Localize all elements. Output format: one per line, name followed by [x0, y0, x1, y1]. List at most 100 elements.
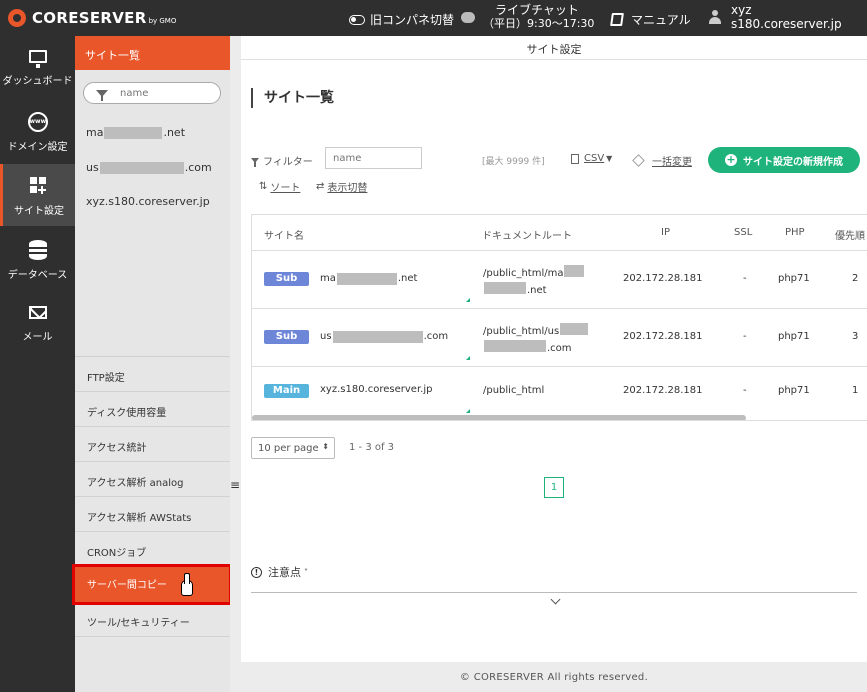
expand-chevron-icon[interactable] — [550, 594, 561, 605]
ip-cell: 202.172.28.181 — [623, 331, 703, 342]
new-site-label: サイト設定の新規作成 — [743, 156, 843, 168]
main-header: サイト設定 — [241, 36, 867, 60]
col-ip[interactable]: IP — [661, 227, 670, 238]
menu-awstats[interactable]: アクセス解析 AWStats — [75, 497, 230, 532]
filter-label-text: フィルター — [263, 157, 313, 168]
php-cell: php71 — [778, 273, 810, 284]
menu-cron[interactable]: CRONジョブ — [75, 532, 230, 567]
chat-icon — [461, 11, 475, 23]
doc-root-cell: /public_html — [483, 385, 545, 396]
nav-mail[interactable]: メール — [0, 292, 75, 354]
table-row[interactable]: Sub us .com /public_html/us .com 202.172.… — [252, 309, 867, 367]
masked-text — [484, 282, 526, 294]
priority-cell: 3 — [852, 331, 859, 342]
max-count: [最大 9999 件] — [482, 157, 545, 167]
col-ssl[interactable]: SSL — [734, 227, 752, 238]
type-badge: Main — [264, 384, 309, 398]
masked-text — [336, 273, 397, 285]
chat-hours: （平日）9:30～17:30 — [483, 17, 595, 30]
menu-tools-security[interactable]: ツール/セキュリティー — [75, 602, 230, 637]
user-icon — [709, 10, 721, 24]
name-filter-input[interactable] — [325, 147, 422, 169]
bulk-change-link[interactable]: 一括変更 — [632, 153, 692, 168]
ssl-cell: - — [743, 273, 747, 284]
grid-icon — [30, 177, 48, 195]
menu-server-copy[interactable]: サーバー間コピー — [72, 564, 232, 605]
ssl-cell: - — [743, 331, 747, 342]
masked-text — [484, 340, 546, 352]
menu-ftp[interactable]: FTP設定 — [75, 357, 230, 392]
masked-text — [560, 323, 589, 335]
subnav-site-1[interactable]: ma .net — [86, 126, 185, 139]
select-arrows-icon: ⬍ — [322, 442, 329, 451]
per-page-select[interactable]: 10 per page ⬍ — [251, 437, 335, 459]
masked-text — [104, 126, 163, 139]
col-priority[interactable]: 優先順 — [835, 227, 865, 242]
manual-label: マニュアル — [631, 13, 691, 27]
legacy-panel-toggle[interactable]: 旧コンパネ切替 — [349, 11, 454, 28]
top-bar: CORESERVER by GMO 旧コンパネ切替 ライブチャット （平日）9:… — [0, 0, 867, 36]
layers-icon — [632, 154, 645, 167]
logo-text: CORESERVER — [32, 9, 147, 27]
bulk-change-label: 一括変更 — [652, 157, 692, 168]
logo[interactable]: CORESERVER by GMO — [8, 9, 176, 27]
csv-dropdown[interactable]: CSV ▼ — [571, 153, 612, 164]
menu-analog[interactable]: アクセス解析 analog — [75, 462, 230, 497]
notice-toggle[interactable]: ! 注意点 ˅ — [251, 564, 308, 580]
subnav-site-2[interactable]: us .com — [86, 161, 212, 174]
user-server: s180.coreserver.jp — [731, 17, 842, 31]
manual-link[interactable]: マニュアル — [610, 11, 691, 28]
site-name-cell: xyz.s180.coreserver.jp — [320, 384, 433, 395]
nav-site-label: サイト設定 — [14, 206, 64, 217]
php-cell: php71 — [778, 385, 810, 396]
file-icon — [571, 153, 579, 164]
doc-line1: /public_html/ma — [483, 268, 564, 279]
col-php[interactable]: PHP — [785, 227, 805, 238]
logo-sub: by GMO — [148, 16, 177, 25]
type-badge: Sub — [264, 330, 309, 344]
ip-cell: 202.172.28.181 — [623, 273, 703, 284]
table-row[interactable]: Main xyz.s180.coreserver.jp /public_html… — [252, 367, 867, 415]
masked-text — [564, 265, 585, 277]
mail-icon — [28, 306, 47, 319]
col-site-name[interactable]: サイト名 — [264, 227, 304, 242]
menu-disk-usage[interactable]: ディスク使用容量 — [75, 392, 230, 427]
doc-root-cell: /public_html/ma .net — [483, 265, 585, 299]
nav-site[interactable]: サイト設定 — [0, 164, 75, 226]
nav-dashboard[interactable]: ダッシュボード — [0, 36, 75, 98]
display-toggle-label: 表示切替 — [327, 183, 368, 194]
nav-database[interactable]: データベース — [0, 228, 75, 290]
display-toggle-link[interactable]: ⇄ 表示切替 — [316, 179, 367, 194]
page-button-1[interactable]: 1 — [544, 477, 564, 498]
subnav-filter[interactable] — [83, 82, 221, 104]
ip-cell: 202.172.28.181 — [623, 385, 703, 396]
sort-icon: ⇅ — [259, 181, 268, 192]
new-site-button[interactable]: + サイト設定の新規作成 — [708, 147, 860, 173]
masked-text — [99, 161, 184, 174]
live-chat-link[interactable]: ライブチャット （平日）9:30～17:30 — [461, 3, 594, 31]
sort-link[interactable]: ⇅ ソート — [259, 179, 300, 194]
user-menu[interactable]: xyz s180.coreserver.jp — [709, 3, 842, 31]
subnav-filter-input[interactable] — [120, 87, 210, 99]
doc-line2-suffix: .net — [527, 285, 547, 296]
table-row[interactable]: Sub ma .net /public_html/ma .net 202.172.… — [252, 251, 867, 309]
menu-access-stats[interactable]: アクセス統計 — [75, 427, 230, 462]
nav-domain-label: ドメイン設定 — [7, 142, 68, 153]
filter-label: フィルター — [251, 153, 313, 168]
horizontal-scrollbar[interactable] — [252, 415, 746, 420]
nav-domain[interactable]: www ドメイン設定 — [0, 100, 75, 162]
chat-title: ライブチャット — [495, 3, 579, 17]
logo-icon — [8, 9, 26, 27]
monitor-icon — [28, 50, 47, 68]
subnav-site-3[interactable]: xyz.s180.coreserver.jp — [86, 195, 210, 208]
page-title: サイト一覧 — [251, 88, 334, 108]
resize-corner — [466, 409, 470, 413]
book-icon — [610, 13, 624, 26]
collapse-handle-icon[interactable]: ≡ — [230, 478, 240, 492]
type-badge: Sub — [264, 272, 309, 286]
site-name-cell: us .com — [320, 331, 448, 343]
col-document-root[interactable]: ドキュメントルート — [482, 227, 572, 242]
site-prefix: us — [86, 161, 99, 174]
site-suffix: .com — [184, 161, 212, 174]
plus-icon: + — [725, 153, 737, 166]
